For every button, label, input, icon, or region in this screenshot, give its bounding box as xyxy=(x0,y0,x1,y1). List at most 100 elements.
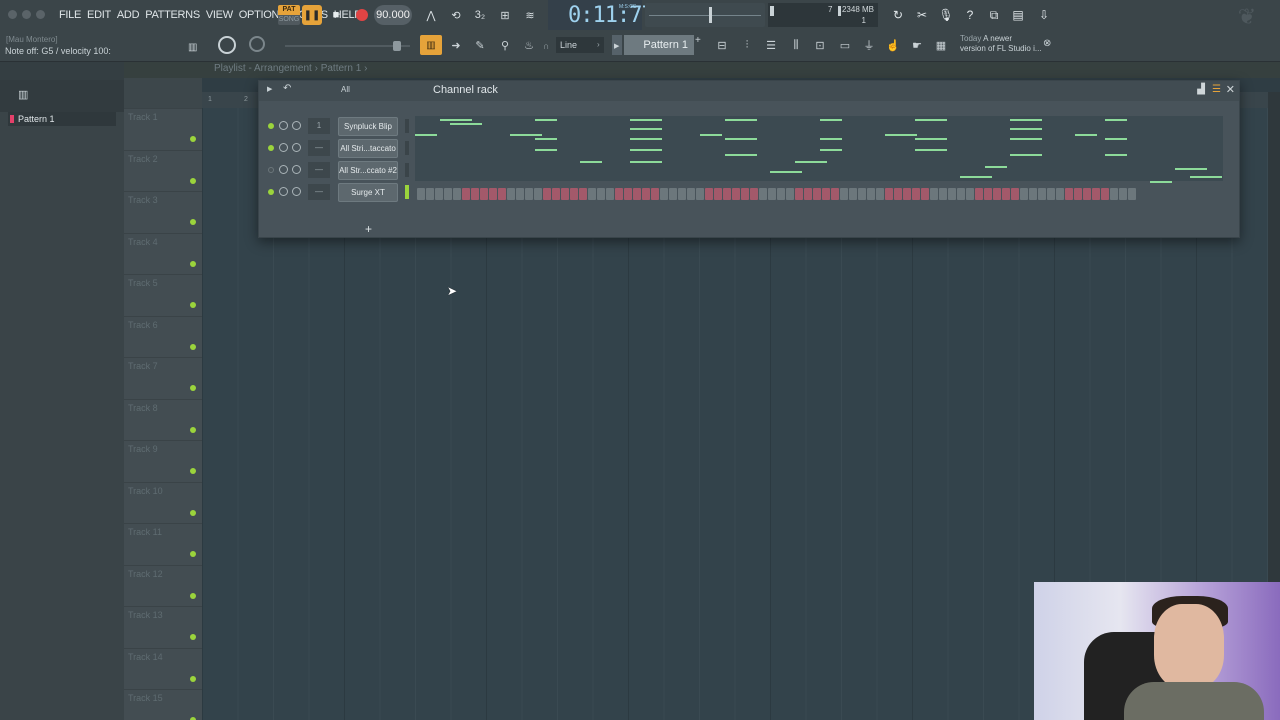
piano-roll-preview[interactable] xyxy=(415,116,1223,183)
loop-record-button[interactable]: ≋ xyxy=(519,5,541,25)
channel-name-button[interactable]: Surge XT xyxy=(338,183,398,202)
song-position-display[interactable]: 0:11:77 M:S:CS xyxy=(548,0,655,30)
step-button[interactable] xyxy=(1083,188,1091,200)
step-button[interactable] xyxy=(867,188,875,200)
track-mute-led[interactable] xyxy=(190,260,196,267)
step-button[interactable] xyxy=(444,188,452,200)
news-panel[interactable]: Today A newer version of FL Studio i... xyxy=(960,34,1042,54)
step-button[interactable] xyxy=(480,188,488,200)
playlist-button[interactable]: ⊟ xyxy=(712,36,732,54)
step-button[interactable] xyxy=(1038,188,1046,200)
add-channel-button[interactable]: + xyxy=(365,222,372,236)
channel-volume-knob[interactable] xyxy=(292,121,301,130)
track-header[interactable]: Track 11 xyxy=(124,523,202,564)
track-mute-led[interactable] xyxy=(190,385,196,391)
step-button[interactable] xyxy=(894,188,902,200)
browser-button[interactable]: ⊡ xyxy=(810,36,830,54)
step-button[interactable] xyxy=(624,188,632,200)
record-button[interactable] xyxy=(352,5,372,25)
menu-add[interactable]: ADD xyxy=(114,9,142,21)
menu-edit[interactable]: EDIT xyxy=(84,9,114,21)
pattern-prev-button[interactable]: ▶ xyxy=(612,35,622,55)
channel-mixer-track[interactable]: 1 xyxy=(308,118,330,134)
link-tool-button[interactable]: ⚲ xyxy=(495,36,515,54)
step-button[interactable] xyxy=(1074,188,1082,200)
close-icon[interactable]: ✕ xyxy=(1226,83,1235,96)
piano-roll-button[interactable]: ▥ xyxy=(420,35,442,55)
song-mode[interactable]: SONG xyxy=(278,15,300,25)
cut-button[interactable]: ✂ xyxy=(912,5,932,25)
step-button[interactable] xyxy=(786,188,794,200)
step-button[interactable] xyxy=(705,188,713,200)
pattern-selector[interactable]: Pattern 1 xyxy=(624,35,694,55)
step-button[interactable] xyxy=(750,188,758,200)
step-button[interactable] xyxy=(552,188,560,200)
track-mute-led[interactable] xyxy=(190,219,196,225)
step-button[interactable] xyxy=(1128,188,1136,200)
step-button[interactable] xyxy=(498,188,506,200)
step-button[interactable] xyxy=(651,188,659,200)
stop-button[interactable]: ■ xyxy=(326,5,346,25)
channel-name-button[interactable]: All Stri...taccato xyxy=(338,139,398,158)
arrow-tool-button[interactable]: ➜ xyxy=(446,36,466,54)
step-button[interactable] xyxy=(777,188,785,200)
channel-mixer-track[interactable]: — xyxy=(308,162,330,178)
play-pause-button[interactable]: ❚❚ xyxy=(302,5,322,25)
step-button[interactable] xyxy=(849,188,857,200)
track-mute-led[interactable] xyxy=(190,551,196,557)
track-header[interactable]: Track 14 xyxy=(124,647,202,689)
step-button[interactable] xyxy=(516,188,524,200)
maximize-window-button[interactable] xyxy=(36,10,45,19)
step-button[interactable] xyxy=(417,188,425,200)
step-button[interactable] xyxy=(606,188,614,200)
step-button[interactable] xyxy=(1056,188,1064,200)
step-button[interactable] xyxy=(543,188,551,200)
step-button[interactable] xyxy=(921,188,929,200)
close-window-button[interactable] xyxy=(8,10,17,19)
step-button[interactable] xyxy=(426,188,434,200)
news-button[interactable]: ▦ xyxy=(931,36,951,54)
channel-pan-knob[interactable] xyxy=(279,165,288,174)
track-header[interactable]: Track 8 xyxy=(124,398,202,440)
step-button[interactable] xyxy=(597,188,605,200)
undo-icon[interactable]: ↶ xyxy=(283,83,291,94)
step-button[interactable] xyxy=(1047,188,1055,200)
track-header[interactable]: Track 5 xyxy=(124,274,202,315)
channel-mute-led[interactable] xyxy=(268,145,274,151)
channel-pan-knob[interactable] xyxy=(279,121,288,130)
track-mute-led[interactable] xyxy=(190,675,196,682)
channel-mixer-track[interactable]: — xyxy=(308,140,330,156)
channel-name-button[interactable]: Synpluck Blip xyxy=(338,117,398,136)
step-button[interactable] xyxy=(588,188,596,200)
wait-for-input-button[interactable]: ⟲ xyxy=(445,5,467,25)
step-button[interactable] xyxy=(1020,188,1028,200)
track-header[interactable]: Track 10 xyxy=(124,481,202,523)
step-button[interactable] xyxy=(489,188,497,200)
audio-editor-button[interactable]: ☛ xyxy=(907,36,927,54)
track-header[interactable]: Track 13 xyxy=(124,606,202,647)
step-button[interactable] xyxy=(768,188,776,200)
channel-filter[interactable]: All xyxy=(341,85,350,94)
step-button[interactable] xyxy=(939,188,947,200)
step-button[interactable] xyxy=(678,188,686,200)
master-volume-slider[interactable] xyxy=(285,41,410,51)
add-pattern-icon[interactable]: + xyxy=(695,35,705,46)
step-button[interactable] xyxy=(660,188,668,200)
undo-history-button[interactable]: ↻ xyxy=(888,5,908,25)
step-button[interactable] xyxy=(1101,188,1109,200)
step-button[interactable] xyxy=(579,188,587,200)
graph-icon[interactable]: ▟ xyxy=(1197,84,1205,95)
step-button[interactable] xyxy=(534,188,542,200)
track-header[interactable]: Track 3 xyxy=(124,191,202,232)
render-button[interactable]: ⇩ xyxy=(1034,5,1054,25)
pattern-list-item[interactable]: Pattern 1 xyxy=(8,112,116,126)
master-volume-knob[interactable] xyxy=(218,36,236,54)
channel-mute-led[interactable] xyxy=(268,167,274,173)
track-mute-led[interactable] xyxy=(190,426,196,433)
channel-rack-titlebar[interactable]: ▶ ↶ All Channel rack ▟ ☰ ✕ xyxy=(259,81,1239,101)
step-button[interactable] xyxy=(885,188,893,200)
step-button[interactable] xyxy=(984,188,992,200)
channel-name-button[interactable]: All Str...ccato #2 xyxy=(338,161,398,180)
track-header[interactable]: Track 4 xyxy=(124,232,202,274)
channel-rack-button[interactable]: ☰ xyxy=(761,36,781,54)
